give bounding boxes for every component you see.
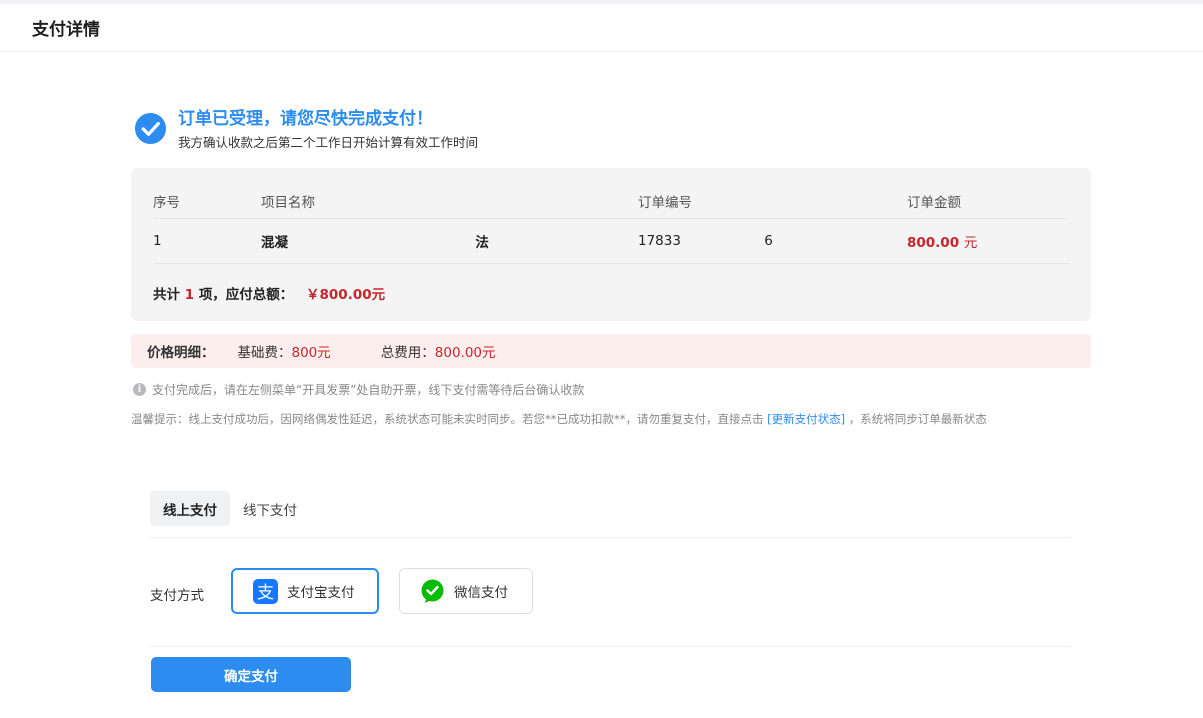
- wechat-pay-icon: [421, 579, 444, 603]
- order-number: 17833XXXXXXXXX6: [638, 233, 773, 249]
- project-name-start: 混凝: [261, 235, 288, 251]
- payment-method-row: 支付方式 支 支付宝支付 微信支付: [150, 568, 1071, 647]
- alipay-label: 支付宝支付: [287, 585, 355, 601]
- order-total: 共计 1 项，应付总额： ￥800.00元: [153, 283, 385, 303]
- table-row: 1 混凝XXXXXXXXXXXXXXXXXX法 17833XXXXXXXXX6 …: [153, 219, 1069, 264]
- order-number-start: 17833: [638, 233, 681, 249]
- check-circle-icon: [134, 112, 167, 145]
- redacted-blur: XXXXXXXXXXXXXXXXXX: [288, 235, 476, 251]
- price-detail: 价格明细： 基础费： 800元 总费用： 800.00元: [131, 334, 1091, 368]
- base-fee-value: 800元: [291, 345, 331, 361]
- total-prefix: 共计: [153, 287, 180, 303]
- success-subline: 我方确认收款之后第二个工作日开始计算有效工作时间: [178, 135, 479, 150]
- total-fee-value: 800.00元: [434, 345, 496, 361]
- order-amount-unit: 元: [963, 235, 978, 251]
- project-name: 混凝XXXXXXXXXXXXXXXXXX法: [261, 231, 489, 251]
- confirm-pay-button[interactable]: 确定支付: [151, 657, 351, 692]
- sync-tip-before: 温馨提示：线上支付成功后，因网络偶发性延迟，系统状态可能未实时同步。若您**已成…: [131, 412, 764, 426]
- order-amount-value: 800.00: [907, 235, 960, 251]
- col-header-amount: 订单金额: [907, 195, 961, 211]
- total-middle: 项，应付总额：: [198, 287, 294, 303]
- wechat-pay-label: 微信支付: [454, 585, 508, 601]
- wechat-pay-option[interactable]: 微信支付: [399, 568, 533, 614]
- success-texts: 订单已受理，请您尽快完成支付！ 我方确认收款之后第二个工作日开始计算有效工作时间: [178, 108, 478, 151]
- tab-online-payment[interactable]: 线上支付: [150, 491, 230, 526]
- sync-tip-after: ，系统将同步订单最新状态: [848, 412, 987, 426]
- page-header: 支付详情: [0, 4, 1203, 52]
- tab-offline-payment[interactable]: 线下支付: [230, 491, 310, 526]
- svg-text:支: 支: [257, 583, 274, 603]
- payment-method-label: 支付方式: [150, 588, 204, 604]
- redacted-blur: XXXXXXXXX: [680, 233, 765, 249]
- price-detail-label: 价格明细：: [147, 345, 215, 361]
- alipay-option[interactable]: 支 支付宝支付: [231, 568, 379, 614]
- total-money: ￥800.00元: [306, 287, 386, 303]
- order-amount: 800.00 元: [907, 231, 977, 251]
- total-count: 1: [184, 287, 195, 303]
- page-title: 支付详情: [32, 20, 100, 40]
- project-name-end: 法: [475, 235, 489, 251]
- sync-tip: 温馨提示：线上支付成功后，因网络偶发性延迟，系统状态可能未实时同步。若您**已成…: [131, 411, 987, 427]
- info-icon: i: [133, 383, 146, 396]
- invoice-notice-text: 支付完成后，请在左侧菜单“开具发票”处自助开票，线下支付需等待后台确认收款: [152, 383, 585, 397]
- col-header-name: 项目名称: [261, 195, 315, 211]
- alipay-icon: 支: [253, 578, 278, 604]
- order-summary: 序号 项目名称 订单编号 订单金额 1 混凝XXXXXXXXXXXXXXXXXX…: [131, 168, 1091, 321]
- success-banner: 订单已受理，请您尽快完成支付！ 我方确认收款之后第二个工作日开始计算有效工作时间: [134, 108, 478, 151]
- payment-tabs: 线上支付 线下支付: [150, 491, 1071, 538]
- order-number-end: 6: [764, 233, 773, 249]
- refresh-payment-status-link[interactable]: [更新支付状态]: [767, 412, 845, 426]
- order-table-header: 序号 项目名称 订单编号 订单金额: [153, 184, 1069, 219]
- col-header-seq: 序号: [153, 195, 180, 211]
- invoice-notice: i 支付完成后，请在左侧菜单“开具发票”处自助开票，线下支付需等待后台确认收款: [133, 381, 584, 398]
- order-seq: 1: [153, 233, 162, 249]
- success-headline: 订单已受理，请您尽快完成支付！: [178, 109, 433, 129]
- base-fee-label: 基础费：: [237, 345, 292, 361]
- col-header-order-no: 订单编号: [638, 195, 692, 211]
- total-fee-label: 总费用：: [380, 345, 435, 361]
